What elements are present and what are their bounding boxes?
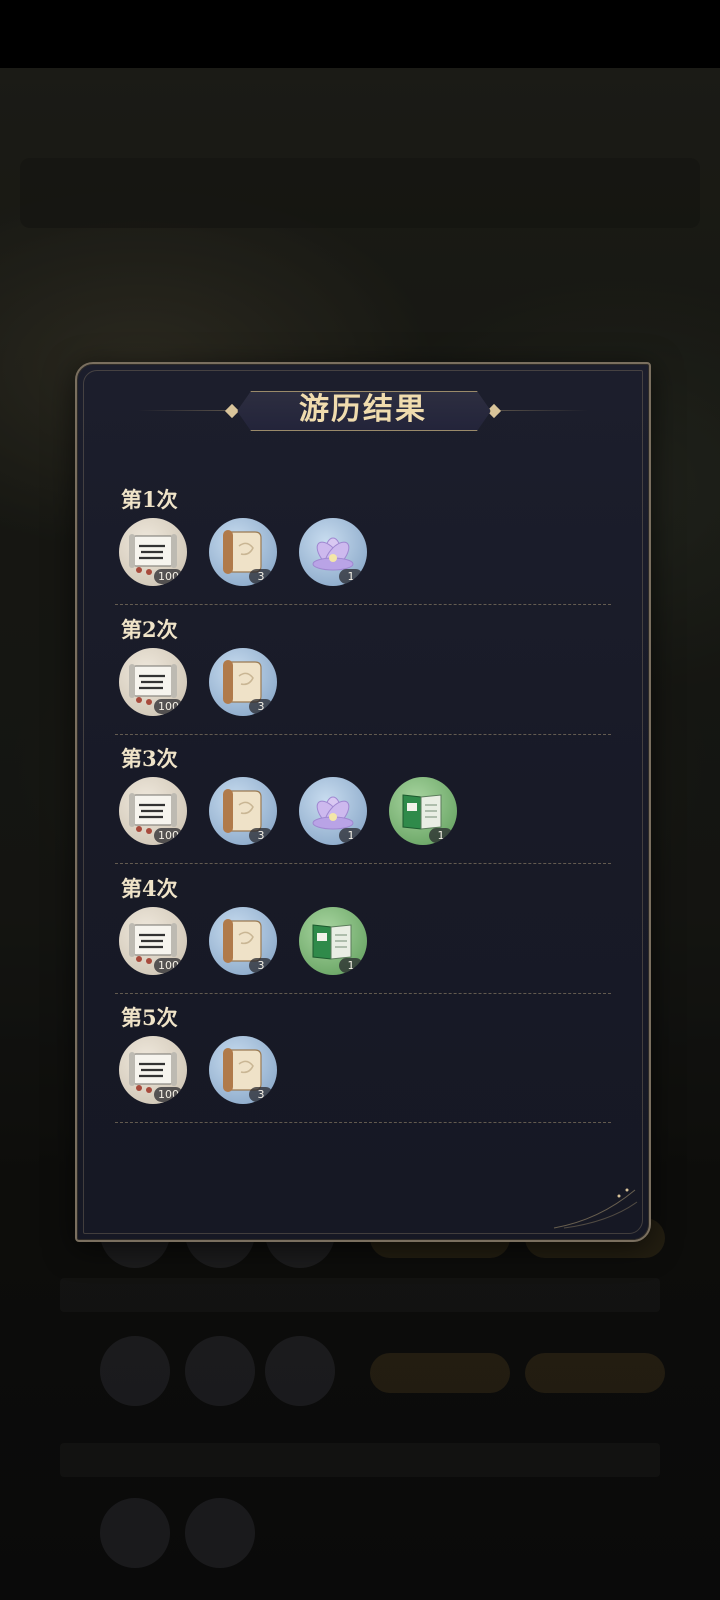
round-divider — [115, 604, 611, 605]
item-quantity: 3 — [249, 957, 273, 973]
round-label: 第2次 — [121, 616, 178, 642]
corner-swirl-icon — [553, 1188, 638, 1229]
round-3: 第3次 100 3 1 1 — [115, 743, 611, 873]
status-bar — [0, 0, 720, 68]
dialog-title: 游历结果 — [299, 392, 427, 427]
reward-items: 100 3 1 1 — [119, 777, 599, 847]
item-quantity: 3 — [249, 569, 273, 584]
reward-item[interactable]: 100 — [119, 647, 187, 716]
reward-item[interactable]: 1 — [299, 906, 367, 975]
round-4: 第4次 100 3 1 — [115, 873, 611, 1003]
reward-item[interactable]: 3 — [209, 518, 277, 586]
reward-items: 100 3 1 — [119, 906, 599, 977]
reward-item[interactable]: 1 — [389, 777, 457, 845]
reward-item[interactable]: 1 — [299, 518, 367, 586]
reward-items: 100 3 — [119, 647, 599, 718]
item-quantity: 1 — [429, 828, 453, 843]
item-quantity: 1 — [339, 957, 363, 973]
item-quantity: 3 — [249, 1087, 273, 1102]
item-quantity: 100 — [154, 569, 183, 584]
round-label: 第1次 — [121, 487, 178, 512]
reward-item[interactable]: 100 — [119, 777, 187, 845]
item-quantity: 100 — [154, 828, 183, 843]
dialog-header: 游历结果 — [77, 386, 649, 436]
item-quantity: 100 — [154, 957, 183, 973]
round-5: 第5次 100 3 — [115, 1002, 611, 1132]
reward-item[interactable]: 100 — [119, 518, 187, 586]
round-1: 第1次 100 3 1 — [115, 484, 611, 614]
item-quantity: 1 — [339, 828, 363, 843]
reward-item[interactable]: 1 — [299, 777, 367, 845]
reward-item[interactable]: 3 — [209, 906, 277, 975]
item-quantity: 3 — [249, 828, 273, 843]
reward-item[interactable]: 100 — [119, 906, 187, 975]
round-divider — [115, 1122, 611, 1123]
item-quantity: 3 — [249, 698, 273, 714]
round-divider — [115, 733, 611, 735]
item-quantity: 1 — [339, 569, 363, 584]
reward-item[interactable]: 100 — [119, 1036, 187, 1104]
reward-item[interactable]: 3 — [209, 647, 277, 716]
round-2: 第2次 100 3 — [115, 614, 611, 744]
item-quantity: 100 — [154, 698, 183, 714]
round-divider — [115, 992, 611, 994]
item-quantity: 100 — [154, 1087, 183, 1102]
reward-items: 100 3 1 — [119, 518, 599, 588]
reward-items: 100 3 — [119, 1036, 599, 1106]
round-label: 第5次 — [121, 1005, 178, 1030]
round-divider — [115, 863, 611, 864]
reward-item[interactable]: 3 — [209, 1036, 277, 1104]
exploration-result-dialog: 游历结果 第1次 100 3 1 第2次 100 3 第3次 100 3 1 1 第4次 100 3 1 第5次… — [75, 362, 651, 1242]
reward-item[interactable]: 3 — [209, 777, 277, 845]
round-label: 第3次 — [121, 746, 178, 771]
round-label: 第4次 — [121, 875, 178, 901]
